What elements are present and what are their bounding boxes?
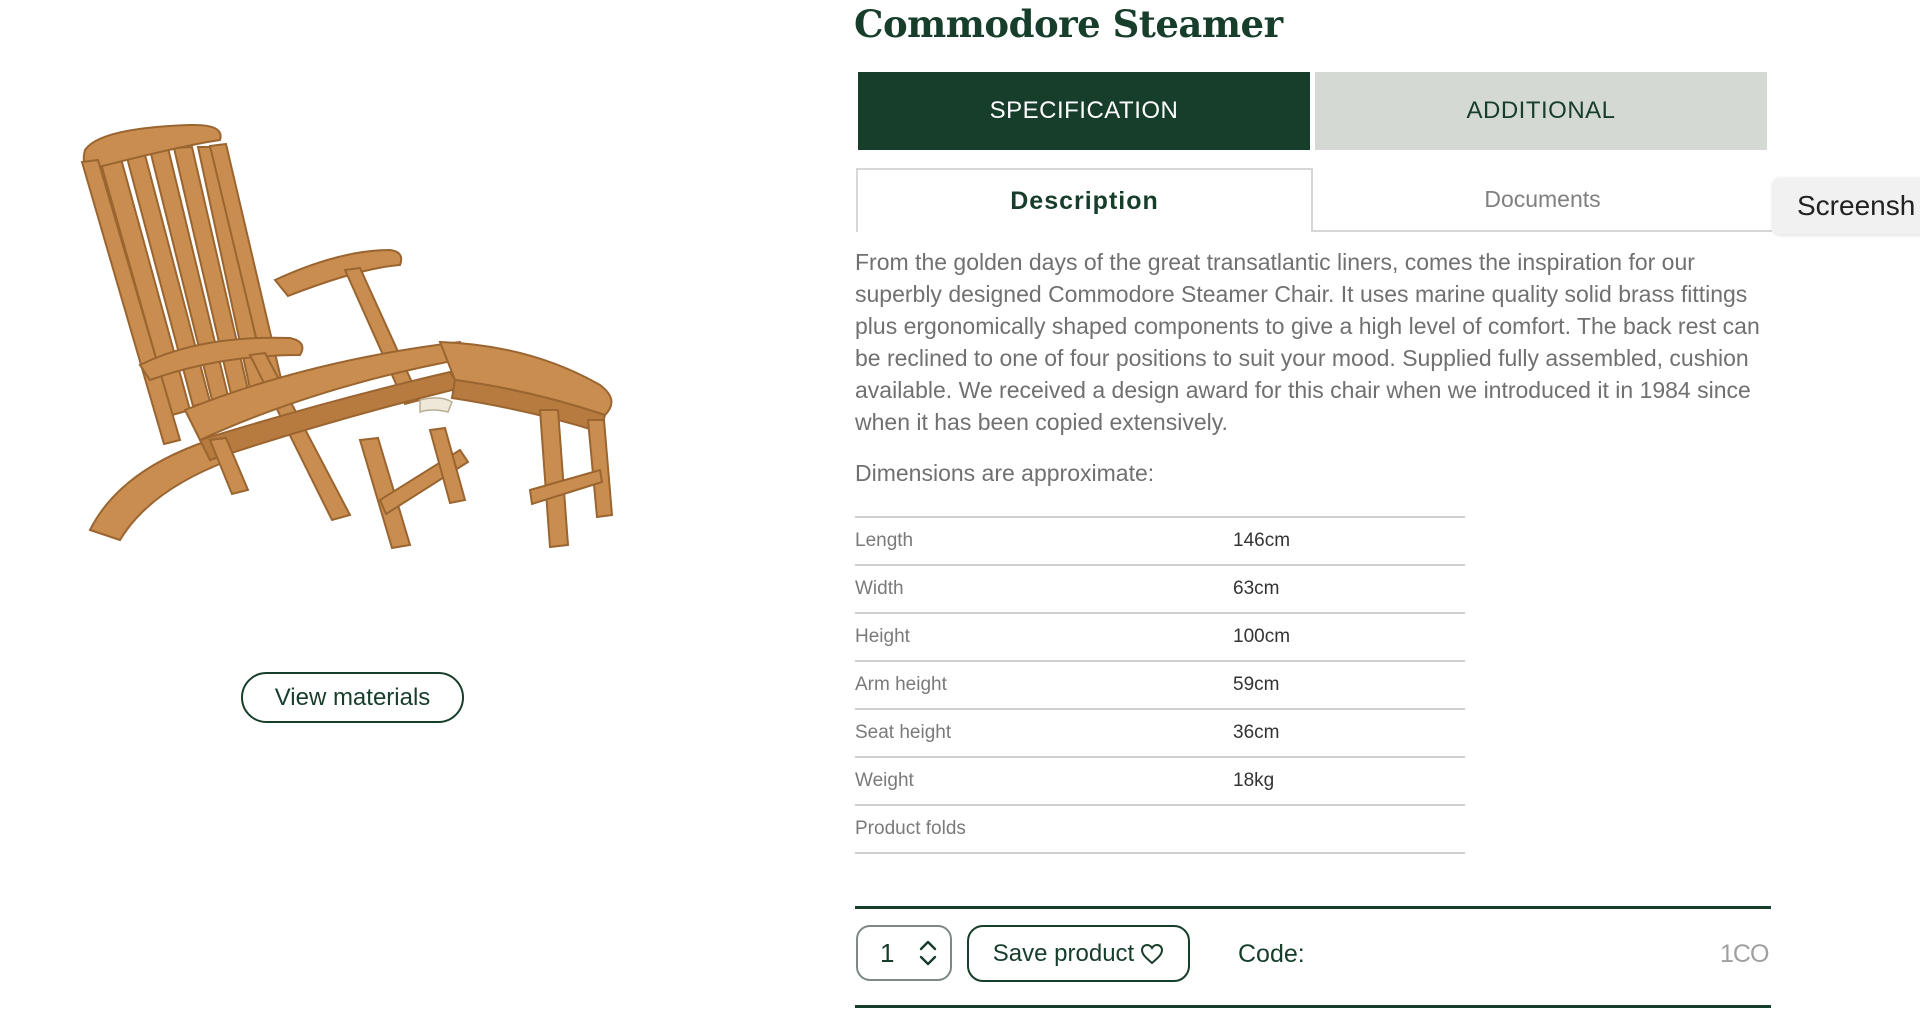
dimension-row: Product folds bbox=[855, 804, 1465, 854]
dimension-label: Seat height bbox=[855, 722, 952, 743]
dimension-label: Width bbox=[855, 578, 904, 599]
dimension-value: 59cm bbox=[1233, 674, 1280, 695]
tab-additional[interactable]: ADDITIONAL bbox=[1315, 72, 1767, 150]
dimension-value: 100cm bbox=[1233, 626, 1291, 647]
screenshot-tool-tab[interactable]: Screensh bbox=[1773, 178, 1920, 234]
dimension-label: Weight bbox=[855, 770, 914, 791]
dimensions-table: Length 146cm Width 63cm Height 100cm Arm… bbox=[855, 516, 1465, 854]
product-code-label: Code: bbox=[1238, 940, 1305, 968]
quantity-value[interactable]: 1 bbox=[880, 938, 918, 969]
heart-icon bbox=[1141, 943, 1164, 964]
quantity-stepper[interactable]: 1 bbox=[856, 925, 952, 981]
subtab-description[interactable]: Description bbox=[856, 168, 1313, 232]
steamer-chair-illustration bbox=[80, 123, 614, 550]
dimension-value: 18kg bbox=[1233, 770, 1275, 791]
dimension-row: Arm height 59cm bbox=[855, 660, 1465, 708]
dimension-row: Height 100cm bbox=[855, 612, 1465, 660]
save-product-label: Save product bbox=[992, 939, 1135, 967]
purchase-bar-top-rule bbox=[855, 906, 1771, 909]
dimension-label: Height bbox=[855, 626, 910, 647]
purchase-bar-bottom-rule bbox=[855, 1005, 1771, 1008]
save-product-button[interactable]: Save product bbox=[967, 925, 1190, 982]
dimension-row: Seat height 36cm bbox=[855, 708, 1465, 756]
dimension-value: 36cm bbox=[1233, 722, 1280, 743]
subtab-divider bbox=[1313, 230, 1772, 232]
product-code-value: 1CO bbox=[1720, 940, 1769, 968]
view-materials-button[interactable]: View materials bbox=[241, 672, 464, 723]
chevron-up-down-icon[interactable] bbox=[918, 938, 938, 968]
dimension-row: Length 146cm bbox=[855, 516, 1465, 564]
dimension-label: Length bbox=[855, 530, 914, 551]
dimension-label: Product folds bbox=[855, 818, 966, 839]
dimension-row: Weight 18kg bbox=[855, 756, 1465, 804]
dimension-value: 63cm bbox=[1233, 578, 1280, 599]
dimension-row: Width 63cm bbox=[855, 564, 1465, 612]
dimension-label: Arm height bbox=[855, 674, 947, 695]
product-title: Commodore Steamer bbox=[854, 2, 1283, 46]
canvas-strap bbox=[419, 397, 453, 414]
product-image bbox=[80, 123, 614, 550]
tab-specification[interactable]: SPECIFICATION bbox=[858, 72, 1310, 150]
dimensions-heading: Dimensions are approximate: bbox=[855, 460, 1155, 486]
subtab-documents[interactable]: Documents bbox=[1313, 168, 1772, 230]
product-description: From the golden days of the great transa… bbox=[855, 249, 1760, 435]
dimension-value: 146cm bbox=[1233, 530, 1291, 551]
